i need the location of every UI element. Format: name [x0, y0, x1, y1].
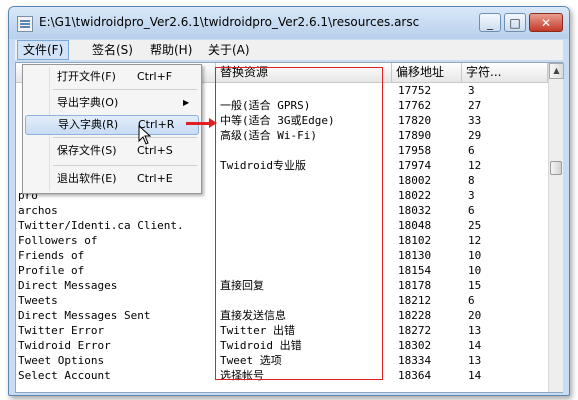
scroll-up-button[interactable]: ▲	[549, 63, 564, 79]
offset-cell: 18002	[398, 174, 432, 187]
replacement-column-highlight	[215, 67, 383, 380]
source-text-cell: Direct Messages Sent	[18, 309, 151, 322]
menu-item-label: 退出软件(E)	[57, 172, 117, 185]
menu-open-file[interactable]: 打开文件(F) Ctrl+F	[25, 67, 199, 87]
length-cell: 3	[468, 84, 475, 97]
length-cell: 25	[468, 219, 482, 232]
menu-item-shortcut: Ctrl+E	[137, 172, 173, 185]
source-text-cell: Tweet Options	[18, 354, 105, 367]
source-text-cell: archos	[18, 204, 58, 217]
length-cell: 12	[468, 234, 482, 247]
mouse-cursor-icon	[138, 124, 152, 145]
menu-separator	[53, 137, 197, 138]
column-header-offset[interactable]: 偏移地址	[392, 63, 462, 83]
source-text-cell: Twidroid Error	[18, 339, 111, 352]
offset-cell: 18130	[398, 249, 432, 262]
minimize-icon: _	[487, 16, 493, 30]
length-cell: 6	[468, 144, 475, 157]
menu-exit[interactable]: 退出软件(E) Ctrl+E	[25, 169, 199, 189]
length-cell: 10	[468, 264, 482, 277]
menu-item-label: 保存文件(S)	[57, 144, 117, 157]
menu-sign[interactable]: 签名(S)	[87, 40, 138, 60]
menu-import-dict[interactable]: 导入字典(R) Ctrl+R	[25, 115, 199, 135]
menu-help[interactable]: 帮助(H)	[145, 40, 197, 60]
menu-item-label: 打开文件(F)	[57, 70, 116, 83]
length-cell: 14	[468, 369, 482, 382]
length-cell: 33	[468, 114, 482, 127]
scroll-thumb[interactable]	[550, 161, 562, 175]
file-menu-dropdown: 打开文件(F) Ctrl+F 导出字典(O) ▶ 导入字典(R) Ctrl+R 保存文件(S…	[22, 64, 202, 194]
maximize-button[interactable]: □	[504, 13, 526, 32]
length-cell: 8	[468, 174, 475, 187]
length-cell: 6	[468, 294, 475, 307]
offset-cell: 17820	[398, 114, 432, 127]
submenu-arrow-icon: ▶	[183, 98, 190, 107]
title-bar[interactable]: E:\G1\twidroidpro_Ver2.6.1\twidroidpro_V…	[9, 7, 569, 39]
maximize-icon: □	[509, 16, 521, 30]
length-cell: 6	[468, 204, 475, 217]
source-text-cell: Twitter/Identi.ca Client.	[18, 219, 184, 232]
length-cell: 20	[468, 309, 482, 322]
offset-cell: 17890	[398, 129, 432, 142]
source-text-cell: Direct Messages	[18, 279, 118, 292]
menu-save-file[interactable]: 保存文件(S) Ctrl+S	[25, 141, 199, 161]
menu-item-shortcut: Ctrl+F	[137, 70, 173, 83]
length-cell: 12	[468, 159, 482, 172]
offset-cell: 18302	[398, 339, 432, 352]
menu-bar: 文件(F) 签名(S) 帮助(H) 关于(A)	[15, 40, 563, 60]
column-header-length[interactable]: 字符...	[462, 63, 548, 83]
offset-cell: 18272	[398, 324, 432, 337]
minimize-button[interactable]: _	[479, 13, 501, 32]
red-arrow-icon	[186, 118, 217, 128]
source-text-cell: Followers of	[18, 234, 98, 247]
window-title: E:\G1\twidroidpro_Ver2.6.1\twidroidpro_V…	[39, 15, 420, 29]
menu-item-label: 导入字典(R)	[58, 118, 119, 131]
source-text-cell: Select Account	[18, 369, 111, 382]
app-icon	[17, 16, 33, 32]
vertical-scrollbar[interactable]: ▲	[548, 63, 564, 392]
length-cell: 3	[468, 189, 475, 202]
offset-cell: 18178	[398, 279, 432, 292]
source-text-cell: Tweets	[18, 294, 58, 307]
length-cell: 13	[468, 324, 482, 337]
length-cell: 29	[468, 129, 482, 142]
length-cell: 15	[468, 279, 482, 292]
source-text-cell: Friends of	[18, 249, 85, 262]
offset-cell: 18102	[398, 234, 432, 247]
offset-cell: 18212	[398, 294, 432, 307]
menu-item-label: 导出字典(O)	[57, 96, 119, 109]
offset-cell: 18022	[398, 189, 432, 202]
offset-cell: 18334	[398, 354, 432, 367]
source-text-cell: Twitter Error	[18, 324, 105, 337]
menu-separator	[53, 165, 197, 166]
offset-cell: 17974	[398, 159, 432, 172]
menu-separator	[53, 89, 197, 90]
menu-about[interactable]: 关于(A)	[203, 40, 255, 60]
offset-cell: 18048	[398, 219, 432, 232]
offset-cell: 17762	[398, 99, 432, 112]
close-button[interactable]: ✕	[529, 13, 563, 32]
offset-cell: 18154	[398, 264, 432, 277]
menu-file[interactable]: 文件(F)	[17, 40, 70, 60]
offset-cell: 18032	[398, 204, 432, 217]
menu-export-dict[interactable]: 导出字典(O) ▶	[25, 93, 199, 113]
length-cell: 10	[468, 249, 482, 262]
length-cell: 27	[468, 99, 482, 112]
offset-cell: 18228	[398, 309, 432, 322]
offset-cell: 17752	[398, 84, 432, 97]
offset-cell: 18364	[398, 369, 432, 382]
close-icon: ✕	[540, 16, 552, 30]
length-cell: 14	[468, 339, 482, 352]
length-cell: 13	[468, 354, 482, 367]
offset-cell: 17958	[398, 144, 432, 157]
source-text-cell: Profile of	[18, 264, 85, 277]
